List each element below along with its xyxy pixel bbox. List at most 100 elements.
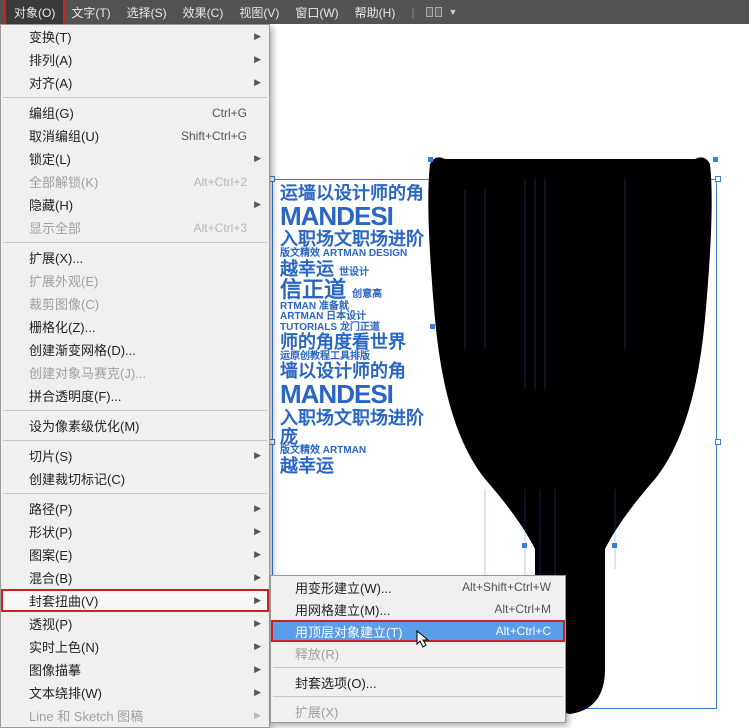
menu-item[interactable]: 图案(E) <box>1 543 269 566</box>
anchor-point[interactable] <box>522 543 527 548</box>
submenu-item[interactable]: 用变形建立(W)... Alt+Shift+Ctrl+W <box>271 576 565 598</box>
menu-separator: | <box>411 5 414 19</box>
menu-item[interactable]: 栅格化(Z)... <box>1 315 269 338</box>
menu-shortcut: Alt+Shift+Ctrl+W <box>462 580 551 594</box>
menu-item[interactable]: 封套扭曲(V) <box>1 589 269 612</box>
menu-item-label: 扩展(X)... <box>29 248 83 267</box>
menu-select[interactable]: 选择(S) <box>119 0 175 25</box>
menu-item-label: 创建渐变网格(D)... <box>29 340 136 359</box>
menu-item-label: 扩展外观(E) <box>29 271 98 290</box>
menu-divider <box>3 242 267 243</box>
menu-item-label: 透视(P) <box>29 614 72 633</box>
menu-item[interactable]: 创建渐变网格(D)... <box>1 338 269 361</box>
menu-type[interactable]: 文字(T) <box>63 0 118 25</box>
document-layout-icon[interactable] <box>426 7 442 17</box>
menu-item[interactable]: 取消编组(U) Shift+Ctrl+G <box>1 124 269 147</box>
menu-item-label: 编组(G) <box>29 103 74 122</box>
submenu-item[interactable]: 用网格建立(M)... Alt+Ctrl+M <box>271 598 565 620</box>
menu-item-label: Line 和 Sketch 图稿 <box>29 706 143 725</box>
menu-item-label: 创建裁切标记(C) <box>29 469 125 488</box>
menu-shortcut: Ctrl+G <box>212 106 247 120</box>
anchor-point[interactable] <box>713 157 718 162</box>
menu-item[interactable]: 对齐(A) <box>1 71 269 94</box>
menu-view[interactable]: 视图(V) <box>231 0 287 25</box>
menu-item[interactable]: 排列(A) <box>1 48 269 71</box>
menu-shortcut: Alt+Ctrl+3 <box>194 221 247 235</box>
menu-shortcut: Shift+Ctrl+G <box>181 129 247 143</box>
submenu-item-label: 扩展(X) <box>295 702 338 721</box>
menu-item[interactable]: 拼合透明度(F)... <box>1 384 269 407</box>
menu-item: 显示全部 Alt+Ctrl+3 <box>1 216 269 239</box>
menu-divider <box>3 440 267 441</box>
menu-item[interactable]: 形状(P) <box>1 520 269 543</box>
envelope-distort-submenu: 用变形建立(W)... Alt+Shift+Ctrl+W 用网格建立(M)... Al… <box>270 575 566 723</box>
menu-item[interactable]: 路径(P) <box>1 497 269 520</box>
menu-item[interactable]: 创建裁切标记(C) <box>1 467 269 490</box>
menu-item-label: 切片(S) <box>29 446 72 465</box>
menu-divider <box>3 493 267 494</box>
menu-item-label: 路径(P) <box>29 499 72 518</box>
text-collage: 运墙以设计师的角 MANDESI 入职场文职场进阶 版文精效 ARTMAN DE… <box>280 184 425 476</box>
menu-item[interactable]: 实时上色(N) <box>1 635 269 658</box>
menu-item[interactable]: 扩展(X)... <box>1 246 269 269</box>
menu-item: 创建对象马赛克(J)... <box>1 361 269 384</box>
menu-window[interactable]: 窗口(W) <box>287 0 346 25</box>
menu-item-label: 拼合透明度(F)... <box>29 386 121 405</box>
menu-item[interactable]: 图像描摹 <box>1 658 269 681</box>
menu-item-label: 设为像素级优化(M) <box>29 416 140 435</box>
anchor-point[interactable] <box>428 157 433 162</box>
menu-item[interactable]: 文本绕排(W) <box>1 681 269 704</box>
menu-item-label: 形状(P) <box>29 522 72 541</box>
menu-divider <box>3 410 267 411</box>
menu-bar: 对象(O) 文字(T) 选择(S) 效果(C) 视图(V) 窗口(W) 帮助(H… <box>0 0 749 24</box>
submenu-item-label: 用顶层对象建立(T) <box>295 622 403 641</box>
menu-item-label: 变换(T) <box>29 27 72 46</box>
menu-help[interactable]: 帮助(H) <box>347 0 404 25</box>
menu-item[interactable]: 设为像素级优化(M) <box>1 414 269 437</box>
menu-effect[interactable]: 效果(C) <box>175 0 232 25</box>
menu-shortcut: Alt+Ctrl+2 <box>194 175 247 189</box>
menu-item-label: 封套扭曲(V) <box>29 591 98 610</box>
menu-item-label: 隐藏(H) <box>29 195 73 214</box>
anchor-point[interactable] <box>430 324 435 329</box>
menu-shortcut: Alt+Ctrl+M <box>494 602 551 616</box>
menu-item-label: 裁剪图像(C) <box>29 294 99 313</box>
menu-item[interactable]: 变换(T) <box>1 25 269 48</box>
menu-item-label: 文本绕排(W) <box>29 683 102 702</box>
menu-item-label: 对齐(A) <box>29 73 72 92</box>
menu-item[interactable]: 编组(G) Ctrl+G <box>1 101 269 124</box>
submenu-item[interactable]: 用顶层对象建立(T) Alt+Ctrl+C <box>271 620 565 642</box>
menu-item-label: 显示全部 <box>29 218 81 237</box>
menu-divider <box>273 667 563 668</box>
menu-item-label: 取消编组(U) <box>29 126 99 145</box>
menu-item-label: 全部解锁(K) <box>29 172 98 191</box>
menu-item-label: 栅格化(Z)... <box>29 317 95 336</box>
menu-item[interactable]: 透视(P) <box>1 612 269 635</box>
selection-handle[interactable] <box>715 176 721 182</box>
menu-item: Line 和 Sketch 图稿 <box>1 704 269 727</box>
submenu-item[interactable]: 封套选项(O)... <box>271 671 565 693</box>
chevron-down-icon[interactable]: ▼ <box>448 7 457 17</box>
menu-item-label: 图案(E) <box>29 545 72 564</box>
submenu-item-label: 封套选项(O)... <box>295 673 377 692</box>
menu-item[interactable]: 切片(S) <box>1 444 269 467</box>
submenu-item-label: 用网格建立(M)... <box>295 600 390 619</box>
object-menu-dropdown: 变换(T) 排列(A) 对齐(A) 编组(G) Ctrl+G 取消编组(U) Shift+C… <box>0 24 270 728</box>
anchor-point[interactable] <box>612 543 617 548</box>
menu-item: 裁剪图像(C) <box>1 292 269 315</box>
menu-item[interactable]: 混合(B) <box>1 566 269 589</box>
menu-divider <box>273 696 563 697</box>
submenu-item: 释放(R) <box>271 642 565 664</box>
submenu-item-label: 释放(R) <box>295 644 339 663</box>
menu-item[interactable]: 隐藏(H) <box>1 193 269 216</box>
menu-shortcut: Alt+Ctrl+C <box>496 624 551 638</box>
menu-item-label: 排列(A) <box>29 50 72 69</box>
menu-object[interactable]: 对象(O) <box>6 0 63 25</box>
menu-item: 扩展外观(E) <box>1 269 269 292</box>
selection-handle[interactable] <box>715 439 721 445</box>
menu-item-label: 实时上色(N) <box>29 637 99 656</box>
menu-divider <box>3 97 267 98</box>
menu-item[interactable]: 锁定(L) <box>1 147 269 170</box>
menu-item-label: 图像描摹 <box>29 660 81 679</box>
submenu-item-label: 用变形建立(W)... <box>295 578 392 597</box>
